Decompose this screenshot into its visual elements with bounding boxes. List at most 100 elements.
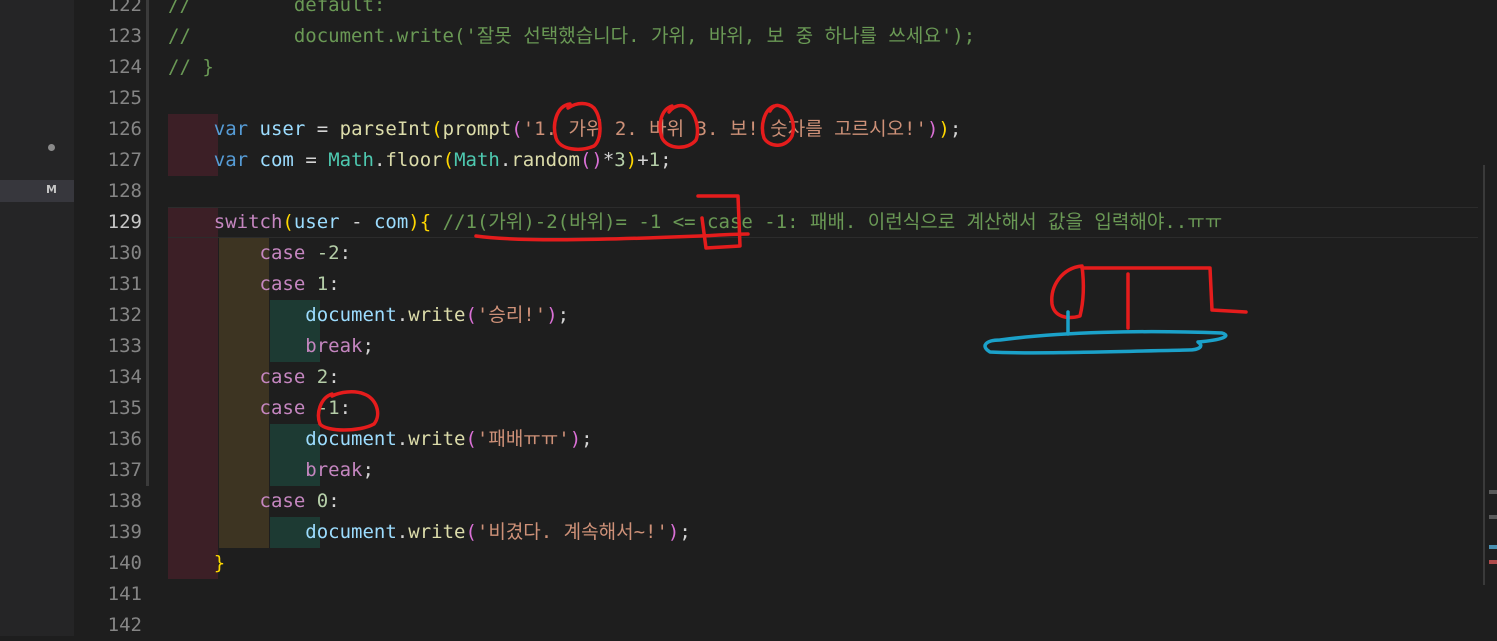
code-token: -1 (316, 397, 340, 419)
code-token: ( (465, 428, 477, 450)
code-editor[interactable]: // default: // document.write('잘못 선택했습니다.… (168, 0, 1478, 636)
code-line: case -2: (168, 238, 352, 269)
overview-ruler-marker (1489, 515, 1497, 519)
code-line: // } (168, 52, 214, 83)
code-token: . (373, 149, 386, 171)
code-token: floor (385, 149, 443, 171)
code-token: switch (213, 211, 283, 233)
code-token: random (511, 149, 580, 171)
code-token: ) (408, 211, 420, 233)
code-token: 0 (316, 490, 329, 512)
line-number: 125 (107, 87, 142, 109)
modified-file-row[interactable]: M (0, 180, 74, 202)
code-token: break (305, 335, 363, 357)
code-token: ; (362, 459, 374, 481)
line-number: 128 (107, 180, 142, 202)
code-line: case -1: (168, 393, 352, 424)
code-line: var user = parseInt(prompt('1. 가위 2. 바위 … (168, 114, 962, 145)
code-token: ) (625, 149, 638, 171)
code-token: write (408, 521, 466, 543)
line-number: 130 (107, 242, 142, 264)
code-token: = (305, 118, 340, 140)
editor-scrollbar[interactable] (1483, 0, 1497, 636)
git-change-markers (146, 0, 149, 636)
scrollbar-track-line (1483, 165, 1485, 585)
code-line: document.write('패배ㅠㅠ'); (168, 424, 593, 455)
code-line: case 0: (168, 486, 340, 517)
code-token: case (259, 242, 306, 264)
line-number: 141 (107, 583, 142, 605)
code-token: : (339, 242, 352, 264)
code-token: Math (328, 149, 374, 171)
code-token: . (396, 304, 409, 326)
code-token: ; (660, 149, 672, 171)
line-number: 126 (107, 118, 142, 140)
code-token: ) (926, 118, 939, 140)
line-number: 134 (107, 366, 142, 388)
code-token: '승리!' (476, 304, 547, 326)
code-token: write (408, 304, 466, 326)
code-token: ; (949, 118, 962, 140)
line-number: 127 (107, 149, 142, 171)
code-token: case (259, 490, 306, 512)
code-token: com (373, 211, 409, 233)
code-token: - (339, 211, 374, 233)
code-token: ( (442, 149, 455, 171)
overview-ruler-marker (1489, 560, 1497, 564)
code-token: user (259, 118, 306, 140)
line-number: 122 (107, 0, 142, 16)
code-token: 1 (316, 273, 329, 295)
code-token: ) (569, 428, 582, 450)
code-token: ( (282, 211, 294, 233)
line-number: 133 (107, 335, 142, 357)
code-token: prompt (442, 118, 512, 140)
code-token: { (419, 211, 432, 233)
code-token: ; (581, 428, 593, 450)
code-token: break (305, 459, 363, 481)
code-token: = (293, 149, 329, 171)
line-number: 132 (107, 304, 142, 326)
code-token: : (339, 397, 352, 419)
code-token: () (579, 149, 603, 171)
code-token: var (213, 149, 249, 171)
code-token: document (305, 428, 397, 450)
code-token: ) (938, 118, 950, 140)
code-token: : (328, 366, 340, 388)
line-number: 131 (107, 273, 142, 295)
code-token: . (396, 521, 409, 543)
code-token: //1(가위)-2(바위)= -1 <= case -1: 패배. 이런식으로 … (442, 211, 1223, 233)
code-token: document (305, 304, 397, 326)
code-token: // default: (168, 0, 386, 16)
code-token: } (213, 552, 226, 574)
code-line: var com = Math.floor(Math.random()*3)+1; (168, 145, 672, 176)
line-number: 123 (107, 25, 142, 47)
code-line: } (168, 548, 225, 579)
code-token: case (259, 366, 306, 388)
code-token: var (213, 118, 249, 140)
code-token: '패배ㅠㅠ' (476, 428, 570, 450)
code-token: 3 (614, 149, 626, 171)
line-number: 142 (107, 614, 142, 636)
code-token: ; (557, 304, 570, 326)
code-token: 1 (648, 149, 661, 171)
code-token: ( (511, 118, 523, 140)
code-token: ( (465, 304, 477, 326)
code-token: write (408, 428, 466, 450)
code-line: break; (168, 331, 374, 362)
code-token: ; (679, 521, 691, 543)
code-token: -2 (316, 242, 340, 264)
